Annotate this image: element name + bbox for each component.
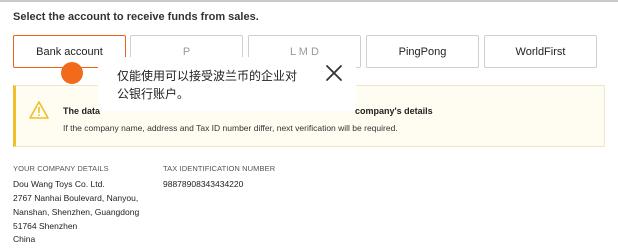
- tab-label: Bank account: [36, 45, 103, 58]
- address-line: China: [13, 234, 36, 244]
- company-name: Dou Wang Toys Co. Ltd.: [13, 179, 105, 189]
- tooltip-popover: 仅能使用可以接受波兰币的企业对公银行账户。: [98, 57, 356, 111]
- tab-label: P: [182, 45, 191, 58]
- hotspot-dot[interactable]: [61, 62, 83, 84]
- tax-id-label: TAX IDENTIFICATION NUMBER: [163, 164, 276, 173]
- address-line: Nanshan, Shenzhen, Guangdong: [13, 207, 140, 217]
- address-line: 2767 Nanhai Boulevard, Nanyou,: [13, 193, 139, 203]
- company-details-label: YOUR COMPANY DETAILS: [13, 164, 109, 173]
- tax-id-value: 98878908343434220: [163, 179, 244, 189]
- alert-title-start: The data: [63, 106, 101, 116]
- address-line: 51764 Shenzhen: [13, 221, 78, 231]
- tab-label: PingPong: [398, 45, 447, 58]
- close-icon[interactable]: [323, 62, 345, 84]
- page-heading: Select the account to receive funds from…: [13, 11, 259, 23]
- top-divider: [0, 0, 618, 2]
- tab-label: L M D: [290, 45, 319, 58]
- tab-label: WorldFirst: [515, 45, 566, 58]
- tab-pingpong[interactable]: PingPong: [366, 35, 479, 68]
- tooltip-text: 仅能使用可以接受波兰币的企业对公银行账户。: [117, 69, 298, 101]
- alert-message: If the company name, address and Tax ID …: [63, 123, 398, 133]
- alert-title-end: company's details: [355, 106, 433, 116]
- warning-icon: [29, 101, 49, 124]
- tab-worldfirst[interactable]: WorldFirst: [484, 35, 597, 68]
